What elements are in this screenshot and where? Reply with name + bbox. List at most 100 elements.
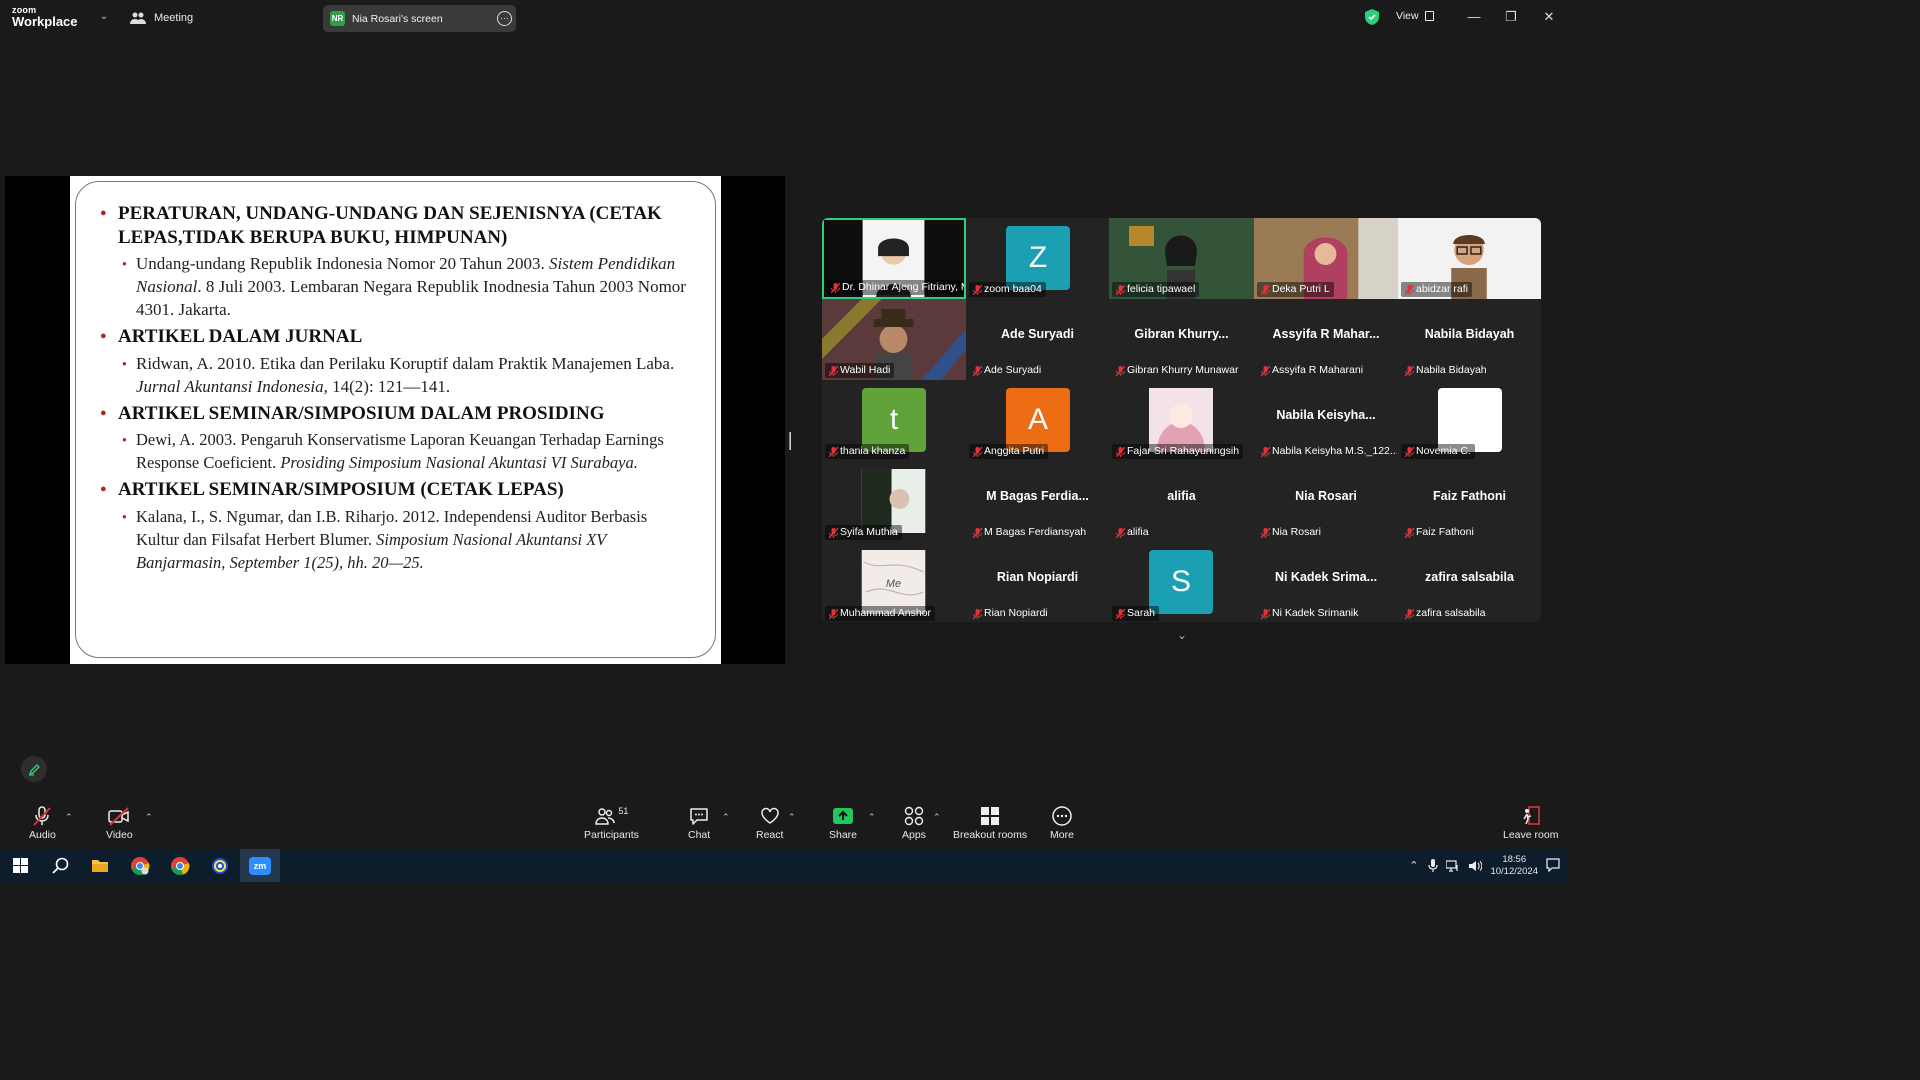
participant-tile[interactable]: Novemia C. [1398,380,1541,461]
participant-name-tag: Rian Nopiardi [969,606,1052,621]
logo-bottom: Workplace [12,14,78,29]
chrome-profile-icon[interactable] [120,849,160,882]
participant-tile[interactable]: alifia alifia [1109,461,1254,542]
react-button[interactable]: React [756,806,783,841]
participant-tile[interactable]: Rian Nopiardi Rian Nopiardi [966,542,1109,622]
shared-screen-pill[interactable]: NR Nia Rosari's screen ··· [323,5,516,32]
participant-tile[interactable]: Assyifa R Mahar... Assyifa R Maharani [1254,299,1398,380]
mic-muted-icon [1116,609,1125,619]
participant-tile[interactable]: Ni Kadek Srima... Ni Kadek Srimanik [1254,542,1398,622]
participant-tile[interactable]: M Bagas Ferdia... M Bagas Ferdiansyah [966,461,1109,542]
more-button[interactable]: More [1050,806,1074,841]
leave-door-icon [1523,806,1540,825]
apps-icon [904,806,924,826]
chevron-down-icon[interactable]: ⌄ [98,11,110,23]
network-icon[interactable] [1446,859,1460,872]
share-button[interactable]: Share [829,806,857,841]
mic-muted-icon [1116,528,1125,538]
zoom-logo[interactable]: zoom Workplace [12,6,78,29]
participant-name-tag: zoom baa04 [969,282,1046,297]
participant-tile[interactable]: Nabila Bidayah Nabila Bidayah [1398,299,1541,380]
zoom-taskbar-icon[interactable]: zm [240,849,280,882]
speaker-icon[interactable] [1468,860,1483,872]
participant-tile[interactable]: A Anggita Putri [966,380,1109,461]
bullet-icon: ● [122,435,127,444]
participant-tile[interactable]: Ade Suryadi Ade Suryadi [966,299,1109,380]
app-circle-icon[interactable] [200,849,240,882]
mic-muted-icon [1405,609,1414,619]
search-icon[interactable] [40,849,80,882]
participant-name-tag: Sarah [1112,606,1160,621]
chat-button[interactable]: Chat [688,806,710,841]
heading-text: ARTIKEL DALAM JURNAL [118,326,363,347]
participant-name-tag: Nia Rosari [1257,525,1325,540]
participant-tile[interactable]: Nabila Keisyha... Nabila Keisyha M.S._122… [1254,380,1398,461]
minimize-icon[interactable]: — [1467,8,1481,26]
participant-tile[interactable]: Deka Putri L [1254,218,1398,299]
chevron-up-icon[interactable]: ⌃ [1409,859,1418,872]
participant-name-tag: felicia tipawael [1112,282,1200,297]
mic-muted-icon [829,447,838,457]
participant-display-name: zafira salsabila [1425,570,1514,584]
gallery-scroll-down-icon[interactable]: ⌄ [1172,628,1192,642]
react-options-caret-icon[interactable]: ⌃ [788,812,796,823]
sharer-initials: NR [330,11,345,26]
participant-gallery: Dr. Dhinar Ajeng Fitriany, M... Zzoom baa… [822,218,1541,622]
restore-icon[interactable]: ❐ [1504,8,1518,26]
participant-tile[interactable]: Dr. Dhinar Ajeng Fitriany, M... [822,218,966,299]
security-shield-icon[interactable] [1365,9,1379,25]
notifications-icon[interactable] [1546,858,1560,872]
leave-room-button[interactable]: Leave room [1503,806,1558,841]
more-options-icon[interactable]: ··· [497,11,512,26]
apps-label: Apps [902,829,926,841]
participant-avatar: t [862,388,926,452]
participant-tile[interactable]: Gibran Khurry... Gibran Khurry Munawar [1109,299,1254,380]
participant-tile[interactable]: Faiz Fathoni Faiz Fathoni [1398,461,1541,542]
shared-screen: ● PERATURAN, UNDANG-UNDANG DAN SEJENISNY… [5,176,785,664]
file-explorer-icon[interactable] [80,849,120,882]
apps-options-caret-icon[interactable]: ⌃ [933,812,941,823]
windows-taskbar: zm ⌃ 18:56 10/12/2024 [0,849,1568,882]
participant-tile[interactable]: felicia tipawael [1109,218,1254,299]
participant-tile[interactable]: Zzoom baa04 [966,218,1109,299]
participant-tile[interactable]: t thania khanza [822,380,966,461]
participant-tile[interactable]: Syifa Muthia [822,461,966,542]
chat-options-caret-icon[interactable]: ⌃ [722,812,730,823]
participant-tile[interactable]: Fajar Sri Rahayuningsih [1109,380,1254,461]
heading-text: ARTIKEL SEMINAR/SIMPOSIUM DALAM PROSIDIN… [118,402,605,424]
participant-tile[interactable]: abidzar rafi [1398,218,1541,299]
share-options-caret-icon[interactable]: ⌃ [868,812,876,823]
participant-tile[interactable]: S Sarah [1109,542,1254,622]
audio-button[interactable]: Audio [29,806,56,841]
taskbar-clock[interactable]: 18:56 10/12/2024 [1490,854,1538,878]
microphone-icon[interactable] [1428,859,1439,872]
mic-muted-icon [973,447,982,457]
share-label: Share [829,829,858,841]
bullet-icon: ● [122,358,127,368]
windows-start-icon[interactable] [0,849,40,882]
video-options-caret-icon[interactable]: ⌃ [145,812,153,823]
participant-tile[interactable]: Wabil Hadi [822,299,966,380]
breakout-rooms-button[interactable]: Breakout rooms [953,806,1027,841]
participants-button[interactable]: 51 Participants [584,806,639,841]
audio-options-caret-icon[interactable]: ⌃ [65,812,73,823]
video-button[interactable]: Video [106,806,133,841]
meeting-button[interactable]: Meeting [130,9,193,27]
participant-name-tag: Novemia C. [1401,444,1475,459]
bullet-icon: ● [122,511,127,521]
close-icon[interactable]: ✕ [1542,8,1556,26]
bullet-icon: ● [122,259,127,268]
title-bar: zoom Workplace ⌄ Meeting NR Nia Rosari's… [0,0,1568,36]
mic-muted-icon [1261,285,1270,295]
participant-tile[interactable]: Nia Rosari Nia Rosari [1254,461,1398,542]
view-button[interactable]: View [1396,10,1434,22]
participant-tile[interactable]: Me Muhammad Anshor [822,542,966,622]
annotate-pencil-icon[interactable] [21,756,47,782]
audio-label: Audio [29,829,56,841]
chrome-icon[interactable] [160,849,200,882]
meeting-label: Meeting [154,12,194,24]
resize-handle[interactable] [789,432,791,450]
apps-button[interactable]: Apps [902,806,926,841]
participant-tile[interactable]: zafira salsabila zafira salsabila [1398,542,1541,622]
bullet-icon: ● [100,483,107,495]
